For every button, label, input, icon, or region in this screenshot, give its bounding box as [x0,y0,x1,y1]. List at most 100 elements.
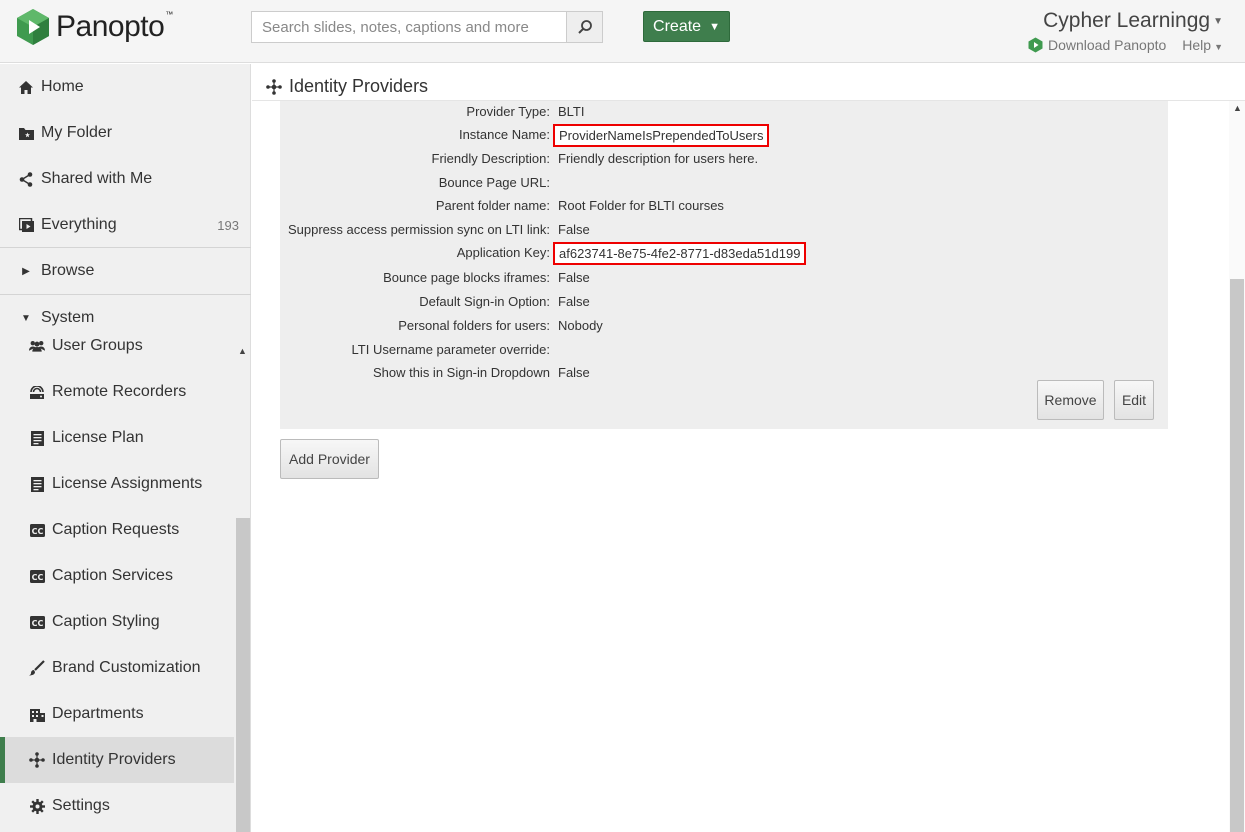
field-value-highlighted: ProviderNameIsPrependedToUsers [553,124,770,147]
document-icon [29,476,45,492]
sidebar-scrollbar[interactable]: ▲ [236,346,250,832]
logo-text: Panopto™ [56,10,173,43]
search-icon [577,20,592,34]
sidebar-item-label: User Groups [52,337,143,354]
panopto-logo[interactable]: Panopto™ [16,8,173,46]
nav-my-folder[interactable]: My Folder [0,110,251,156]
sidebar: Home My Folder Shared with Me Everything… [0,64,251,832]
field-row: Friendly Description: Friendly descriptio… [280,148,1168,172]
user-menu[interactable]: Cypher Learningg ▼ [1043,9,1223,33]
main-scrollbar[interactable]: ▲ [1229,101,1245,832]
sidebar-item-label: Settings [52,797,110,814]
field-label: Friendly Description: [431,151,551,166]
field-value: Root Folder for BLTI courses [558,198,724,213]
sidebar-item-caption-styling[interactable]: CC Caption Styling [0,599,234,645]
scroll-up-icon[interactable]: ▲ [1233,103,1242,113]
search-input[interactable] [252,12,566,42]
nav-label: Shared with Me [41,170,153,187]
help-menu[interactable]: Help ▼ [1182,37,1223,53]
svg-text:CC: CC [31,572,43,581]
panopto-small-icon [1028,37,1043,53]
field-value: Nobody [558,318,603,333]
field-row: LTI Username parameter override: [280,339,1168,363]
caret-down-icon: ▼ [1214,42,1223,52]
gear-icon [29,798,45,814]
field-row: Suppress access permission sync on LTI l… [280,219,1168,243]
field-value: False [558,294,590,309]
scrollbar-thumb[interactable] [1230,279,1244,832]
field-row: Personal folders for users: Nobody [280,315,1168,339]
field-row: Parent folder name: Root Folder for BLTI … [280,195,1168,219]
svg-text:CC: CC [31,618,43,627]
caret-down-icon: ▼ [1213,15,1223,27]
provider-details-panel: Provider Type: BLTI Instance Name: Provide… [280,101,1168,429]
download-panopto-link[interactable]: Download Panopto [1028,37,1166,53]
scroll-up-icon[interactable]: ▲ [238,346,247,356]
sidebar-item-label: Caption Services [52,567,173,584]
field-label: Parent folder name: [435,198,550,213]
everything-count: 193 [217,217,239,233]
field-value: False [558,222,590,237]
create-button[interactable]: Create ▼ [643,11,730,42]
user-groups-icon [29,338,45,354]
sidebar-item-label: Identity Providers [52,751,176,768]
cc-icon: CC [29,522,45,538]
help-label: Help [1182,37,1212,53]
nav-shared-with-me[interactable]: Shared with Me [0,156,251,202]
sidebar-item-license-assignments[interactable]: License Assignments [0,461,234,507]
field-row: Provider Type: BLTI [280,101,1168,125]
field-label: Instance Name: [458,127,550,142]
sidebar-item-label: License Assignments [52,475,203,492]
scrollbar-thumb[interactable] [236,518,250,832]
remote-recorder-icon [29,384,45,400]
identity-icon [266,78,282,95]
nav-browse[interactable]: ▶ Browse [0,248,251,294]
field-value: False [558,270,590,285]
top-header: Panopto™ Create ▼ Cypher Learningg▼ Down… [0,0,1245,63]
search-box [251,11,603,43]
nav-label: My Folder [41,124,113,141]
cc-icon: CC [29,614,45,630]
cc-icon: CC [29,568,45,584]
edit-button[interactable]: Edit [1114,380,1154,420]
field-row: Show this in Sign-in Dropdown False [280,362,1168,386]
sidebar-item-label: Departments [52,705,144,722]
sidebar-item-settings[interactable]: Settings [0,783,234,829]
field-label: Suppress access permission sync on LTI l… [287,222,550,237]
home-icon [18,79,34,95]
field-label: Application Key: [456,245,550,260]
nav-home[interactable]: Home [0,64,251,110]
field-label: Personal folders for users: [398,318,550,333]
field-row: Default Sign-in Option: False [280,291,1168,315]
nav-everything[interactable]: Everything 193 [0,202,251,248]
sidebar-item-license-plan[interactable]: License Plan [0,415,234,461]
everything-icon [18,217,34,233]
field-value: BLTI [558,104,585,119]
field-value-highlighted: af623741-8e75-4fe2-8771-d83eda51d199 [553,242,807,265]
building-icon [29,706,45,722]
create-label: Create [653,17,702,35]
add-provider-button[interactable]: Add Provider [280,439,379,479]
header-links: Download Panopto Help ▼ [1028,37,1223,53]
sidebar-item-caption-services[interactable]: CC Caption Services [0,553,234,599]
field-label: Default Sign-in Option: [419,294,550,309]
sidebar-item-label: Caption Requests [52,521,180,538]
field-value: Friendly description for users here. [558,151,759,166]
svg-text:CC: CC [31,526,43,535]
user-name: Cypher Learningg [1043,9,1211,32]
sidebar-item-departments[interactable]: Departments [0,691,234,737]
sidebar-item-identity-providers[interactable]: Identity Providers [0,737,234,783]
sidebar-item-user-groups[interactable]: User Groups [0,323,234,369]
search-button[interactable] [566,12,602,42]
sidebar-item-remote-recorders[interactable]: Remote Recorders [0,369,234,415]
field-row: Instance Name: ProviderNameIsPrependedToU… [280,124,1168,148]
sidebar-item-brand-customization[interactable]: Brand Customization [0,645,234,691]
field-label: Provider Type: [466,104,550,119]
field-label: Show this in Sign-in Dropdown [372,365,550,380]
field-label: Bounce page blocks iframes: [383,270,550,285]
sidebar-item-label: Caption Styling [52,613,160,630]
remove-button[interactable]: Remove [1037,380,1104,420]
field-label: LTI Username parameter override: [351,342,550,357]
sidebar-item-label: Brand Customization [52,659,201,676]
sidebar-item-caption-requests[interactable]: CC Caption Requests [0,507,234,553]
